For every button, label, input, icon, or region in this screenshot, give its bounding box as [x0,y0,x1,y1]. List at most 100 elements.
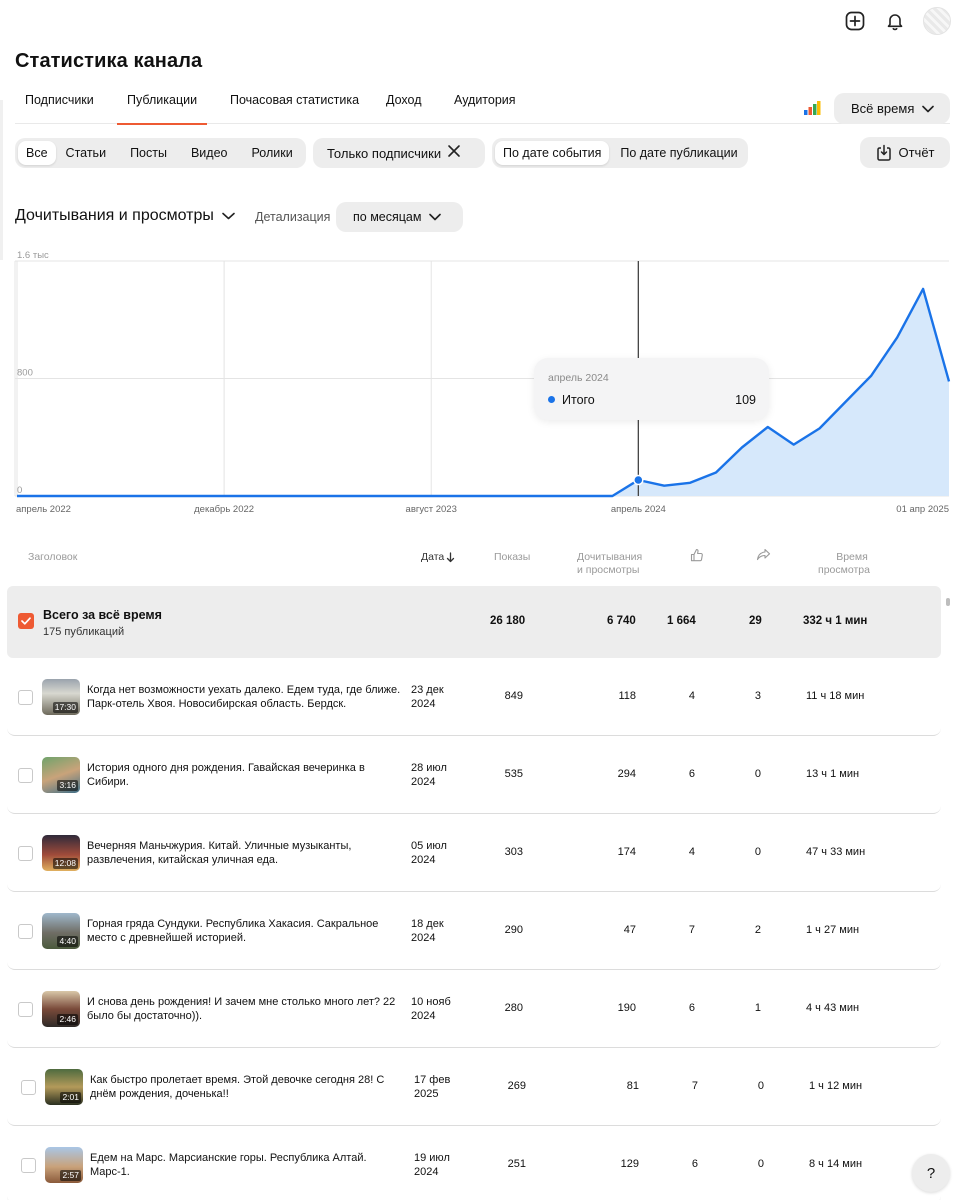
date-mode-publication[interactable]: По дате публикации [612,141,745,165]
bell-icon[interactable] [882,8,908,34]
total-row: Всего за всё время 175 публикаций 26 180… [7,586,941,658]
row-checkbox[interactable] [18,846,33,861]
tooltip-value: 109 [735,393,756,407]
y-tick-label: 800 [17,368,33,379]
close-icon[interactable] [447,144,461,163]
video-thumbnail[interactable]: 4:40 [42,913,80,949]
video-thumbnail[interactable]: 2:01 [45,1069,83,1105]
total-likes: 1 664 [667,615,696,627]
table-row[interactable]: 17:30 Когда нет возможности уехать далеко… [7,658,941,736]
y-tick-label: 1.6 тыс [17,250,49,261]
share-icon[interactable] [756,548,771,566]
filter-all[interactable]: Все [18,141,56,165]
col-header-reads[interactable]: Дочитывания и просмотры [577,551,642,577]
row-time: 8 ч 14 мин [809,1158,863,1170]
tab-income[interactable]: Доход [386,93,422,123]
row-title[interactable]: Горная гряда Сундуки. Республика Хакасия… [87,918,405,945]
row-checkbox[interactable] [18,768,33,783]
video-thumbnail[interactable]: 12:08 [42,835,80,871]
row-shares: 0 [754,768,761,780]
tab-audience[interactable]: Аудитория [454,93,516,123]
filter-articles[interactable]: Статьи [58,141,115,165]
row-date: 18 дек 2024 [411,918,461,945]
row-checkbox[interactable] [21,1080,36,1095]
help-button[interactable]: ? [912,1154,950,1192]
table-row[interactable]: 4:40 Горная гряда Сундуки. Республика Хак… [7,892,941,970]
col-header-date[interactable]: Дата [421,551,455,564]
type-filter: Все Статьи Посты Видео Ролики [15,138,306,168]
row-checkbox[interactable] [21,1158,36,1173]
detail-select[interactable]: по месяцам [336,202,463,232]
total-checkbox[interactable] [18,613,34,629]
row-title[interactable]: Как быстро пролетает время. Этой девочке… [90,1074,408,1101]
video-thumbnail[interactable]: 17:30 [42,679,80,715]
row-shares: 0 [754,846,761,858]
total-reads: 6 740 [607,615,636,627]
row-date: 19 июл 2024 [414,1152,464,1179]
tab-publications[interactable]: Публикации [117,93,208,125]
col-header-shows[interactable]: Показы [494,551,530,564]
report-button[interactable]: Отчёт [860,137,950,168]
row-shows: 290 [504,924,523,936]
row-reads: 129 [620,1158,639,1170]
row-likes: 7 [688,924,695,936]
video-thumbnail[interactable]: 3:16 [42,757,80,793]
tab-hourly[interactable]: Почасовая статистика [230,93,359,123]
row-likes: 6 [688,1002,695,1014]
date-mode-filter: По дате события По дате публикации [492,138,748,168]
period-label: Всё время [851,101,915,116]
row-title[interactable]: История одного дня рождения. Гавайская в… [87,762,405,789]
period-select[interactable]: Всё время [834,93,950,124]
col-header-time[interactable]: Время просмотра [816,551,872,577]
check-icon [21,617,31,625]
filter-posts[interactable]: Посты [122,141,175,165]
row-shows: 303 [504,846,523,858]
filter-shorts[interactable]: Ролики [244,141,301,165]
row-date: 10 нояб 2024 [411,996,461,1023]
bar-chart-icon[interactable] [803,100,821,116]
row-shares: 1 [754,1002,761,1014]
total-title: Всего за всё время [43,608,162,622]
tab-subscribers[interactable]: Подписчики [25,93,94,123]
metric-select[interactable]: Дочитывания и просмотры [15,207,235,225]
row-checkbox[interactable] [18,1002,33,1017]
tab-label: Подписчики [25,93,94,107]
x-tick-label: декабрь 2022 [194,504,254,515]
like-icon[interactable] [690,548,704,566]
table-row[interactable]: 2:57 Едем на Марс. Марсианские горы. Респ… [7,1126,941,1200]
table-row[interactable]: 2:01 Как быстро пролетает время. Этой дев… [7,1048,941,1126]
row-shows: 849 [504,690,523,702]
video-thumbnail[interactable]: 2:57 [45,1147,83,1183]
row-date-year: 2024 [414,1165,439,1178]
row-title[interactable]: Когда нет возможности уехать далеко. Еде… [87,684,405,711]
filter-video[interactable]: Видео [183,141,236,165]
row-checkbox[interactable] [18,690,33,705]
subscribers-chip[interactable]: Только подписчики [313,138,485,168]
row-date-year: 2024 [411,931,436,944]
row-time: 11 ч 18 мин [806,690,865,702]
subscribers-chip-label: Только подписчики [327,145,442,161]
row-reads: 81 [626,1080,639,1092]
row-date-day: 17 фев [414,1074,451,1086]
row-title[interactable]: И снова день рождения! И зачем мне столь… [87,996,405,1023]
chart[interactable]: 0 800 1.6 тыс апрель 2022 декабрь 2022 август… [0,246,960,526]
table-row[interactable]: 3:16 История одного дня рождения. Гавайск… [7,736,941,814]
tab-label: Аудитория [454,93,516,107]
table-row[interactable]: 12:08 Вечерняя Маньчжурия. Китай. Уличные… [7,814,941,892]
row-checkbox[interactable] [18,924,33,939]
avatar[interactable] [923,7,951,35]
table-row[interactable]: 2:46 И снова день рождения! И зачем мне с… [7,970,941,1048]
page-title: Статистика канала [15,50,203,72]
row-time: 47 ч 33 мин [806,846,866,858]
video-duration: 2:57 [60,1170,81,1181]
video-thumbnail[interactable]: 2:46 [42,991,80,1027]
row-date-year: 2024 [411,697,436,710]
row-reads: 47 [623,924,636,936]
add-icon[interactable] [842,8,868,34]
video-duration: 2:01 [60,1092,81,1103]
scrollbar[interactable] [946,598,950,606]
date-mode-event[interactable]: По дате события [495,141,610,165]
row-title[interactable]: Едем на Марс. Марсианские горы. Республи… [90,1152,408,1179]
row-title[interactable]: Вечерняя Маньчжурия. Китай. Уличные музы… [87,840,405,867]
row-reads: 294 [617,768,636,780]
